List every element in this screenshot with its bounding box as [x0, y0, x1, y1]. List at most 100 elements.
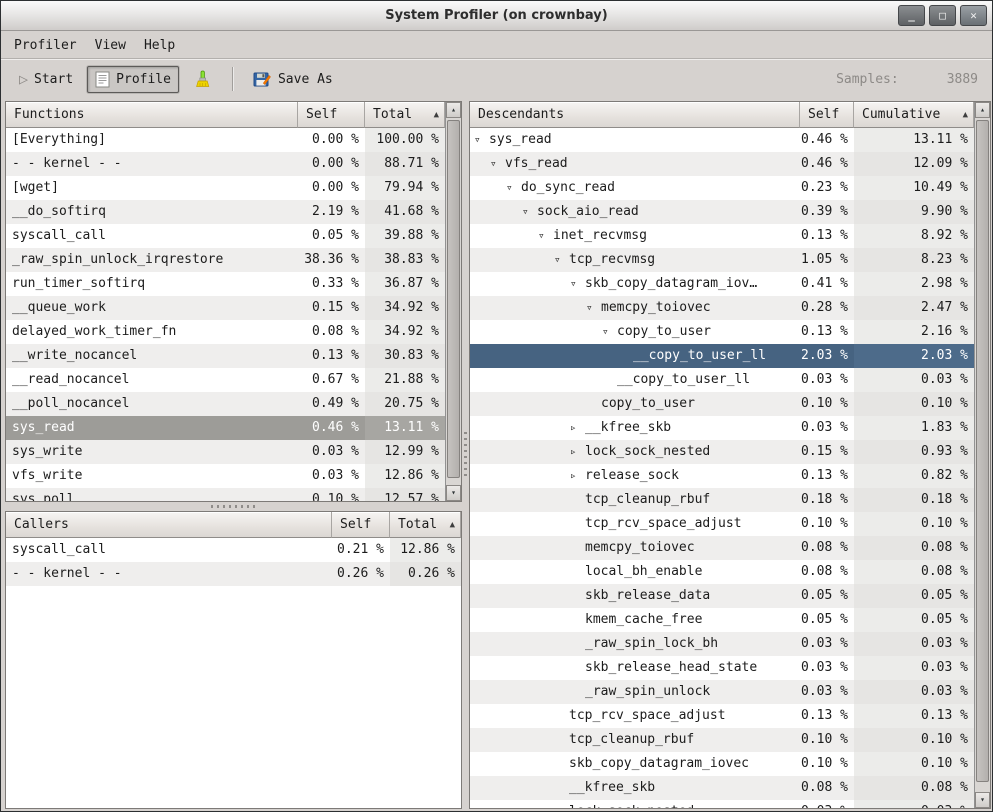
titlebar[interactable]: System Profiler (on crownbay) _ □ ✕	[1, 1, 992, 31]
table-row[interactable]: ▿sock_aio_read0.39 %9.90 %	[470, 200, 974, 224]
scroll-down-button[interactable]: ▾	[975, 792, 990, 808]
table-row[interactable]: __copy_to_user_ll2.03 %2.03 %	[470, 344, 974, 368]
functions-scrollbar[interactable]: ▴ ▾	[445, 102, 461, 501]
descendants-header-row: Descendants Self Cumulative▲	[470, 102, 974, 128]
table-row[interactable]: ▹release_sock0.13 %0.82 %	[470, 464, 974, 488]
table-row[interactable]: - - kernel - -0.00 %88.71 %	[6, 152, 445, 176]
vertical-splitter[interactable]	[462, 101, 469, 809]
table-row[interactable]: tcp_rcv_space_adjust0.13 %0.13 %	[470, 704, 974, 728]
self-column-header[interactable]: Self	[298, 102, 365, 128]
expander-expanded-icon[interactable]: ▿	[522, 200, 537, 224]
table-row[interactable]: local_bh_enable0.08 %0.08 %	[470, 560, 974, 584]
expander-expanded-icon[interactable]: ▿	[506, 176, 521, 200]
table-row[interactable]: kmem_cache_free0.05 %0.05 %	[470, 608, 974, 632]
play-icon: ▷	[19, 72, 28, 86]
functions-column-header[interactable]: Functions	[6, 102, 298, 128]
table-row[interactable]: skb_copy_datagram_iovec0.10 %0.10 %	[470, 752, 974, 776]
table-row[interactable]: lock_sock_nested0.03 %0.03 %	[470, 800, 974, 808]
table-row[interactable]: - - kernel - -0.26 %0.26 %	[6, 562, 461, 586]
self-column-header[interactable]: Self	[800, 102, 854, 128]
table-row[interactable]: delayed_work_timer_fn0.08 %34.92 %	[6, 320, 445, 344]
table-row[interactable]: ▹__kfree_skb0.03 %1.83 %	[470, 416, 974, 440]
self-value-cell: 0.13 %	[298, 344, 365, 368]
scroll-up-button[interactable]: ▴	[975, 102, 990, 118]
expander-collapsed-icon[interactable]: ▹	[570, 440, 585, 464]
self-value-cell: 38.36 %	[298, 248, 365, 272]
table-row[interactable]: sys_write0.03 %12.99 %	[6, 440, 445, 464]
scroll-down-button[interactable]: ▾	[446, 485, 461, 501]
cumulative-column-header[interactable]: Cumulative▲	[854, 102, 974, 128]
expander-expanded-icon[interactable]: ▿	[602, 320, 617, 344]
table-row[interactable]: ▿memcpy_toiovec0.28 %2.47 %	[470, 296, 974, 320]
table-row[interactable]: __write_nocancel0.13 %30.83 %	[6, 344, 445, 368]
scrollbar-thumb[interactable]	[447, 120, 460, 478]
expander-collapsed-icon[interactable]: ▹	[570, 464, 585, 488]
table-row[interactable]: _raw_spin_unlock_irqrestore38.36 %38.83 …	[6, 248, 445, 272]
function-name-cell: syscall_call	[6, 538, 332, 562]
expander-expanded-icon[interactable]: ▿	[570, 272, 585, 296]
function-name-cell: ▿inet_recvmsg	[470, 224, 800, 248]
table-row[interactable]: skb_release_head_state0.03 %0.03 %	[470, 656, 974, 680]
table-row[interactable]: ▿sys_read0.46 %13.11 %	[470, 128, 974, 152]
expander-expanded-icon[interactable]: ▿	[554, 248, 569, 272]
self-value-cell: 0.49 %	[298, 392, 365, 416]
table-row[interactable]: tcp_cleanup_rbuf0.18 %0.18 %	[470, 488, 974, 512]
descendants-pane: Descendants Self Cumulative▲ ▿sys_read0.…	[469, 101, 991, 809]
scrollbar-track[interactable]	[446, 118, 461, 485]
table-row[interactable]: memcpy_toiovec0.08 %0.08 %	[470, 536, 974, 560]
table-row[interactable]: tcp_cleanup_rbuf0.10 %0.10 %	[470, 728, 974, 752]
table-row[interactable]: ▿skb_copy_datagram_iov…0.41 %2.98 %	[470, 272, 974, 296]
table-row[interactable]: syscall_call0.21 %12.86 %	[6, 538, 461, 562]
horizontal-splitter[interactable]	[5, 502, 462, 511]
table-row[interactable]: ▿vfs_read0.46 %12.09 %	[470, 152, 974, 176]
menu-help[interactable]: Help	[135, 35, 184, 56]
table-row[interactable]: tcp_rcv_space_adjust0.10 %0.10 %	[470, 512, 974, 536]
menu-view[interactable]: View	[86, 35, 135, 56]
total-column-header[interactable]: Total▲	[365, 102, 445, 128]
table-row[interactable]: ▹lock_sock_nested0.15 %0.93 %	[470, 440, 974, 464]
function-name-cell: __copy_to_user_ll	[470, 368, 800, 392]
descendants-scrollbar[interactable]: ▴ ▾	[974, 102, 990, 808]
table-row[interactable]: vfs_write0.03 %12.86 %	[6, 464, 445, 488]
table-row[interactable]: ▿do_sync_read0.23 %10.49 %	[470, 176, 974, 200]
table-row[interactable]: [wget]0.00 %79.94 %	[6, 176, 445, 200]
expander-collapsed-icon[interactable]: ▹	[570, 416, 585, 440]
minimize-button[interactable]: _	[898, 5, 925, 26]
total-column-header[interactable]: Total▲	[390, 512, 461, 538]
table-row[interactable]: __copy_to_user_ll0.03 %0.03 %	[470, 368, 974, 392]
table-row[interactable]: __poll_nocancel0.49 %20.75 %	[6, 392, 445, 416]
scroll-up-button[interactable]: ▴	[446, 102, 461, 118]
menu-profiler[interactable]: Profiler	[5, 35, 86, 56]
expander-expanded-icon[interactable]: ▿	[538, 224, 553, 248]
close-button[interactable]: ✕	[960, 5, 987, 26]
expander-expanded-icon[interactable]: ▿	[474, 128, 489, 152]
table-row[interactable]: __do_softirq2.19 %41.68 %	[6, 200, 445, 224]
table-row[interactable]: _raw_spin_lock_bh0.03 %0.03 %	[470, 632, 974, 656]
table-row[interactable]: __read_nocancel0.67 %21.88 %	[6, 368, 445, 392]
table-row[interactable]: syscall_call0.05 %39.88 %	[6, 224, 445, 248]
table-row[interactable]: ▿inet_recvmsg0.13 %8.92 %	[470, 224, 974, 248]
save-as-button[interactable]: Save As	[245, 65, 341, 94]
table-row[interactable]: __kfree_skb0.08 %0.08 %	[470, 776, 974, 800]
scrollbar-thumb[interactable]	[976, 120, 989, 782]
table-row[interactable]: [Everything]0.00 %100.00 %	[6, 128, 445, 152]
table-row[interactable]: ▿copy_to_user0.13 %2.16 %	[470, 320, 974, 344]
expander-expanded-icon[interactable]: ▿	[586, 296, 601, 320]
table-row[interactable]: __queue_work0.15 %34.92 %	[6, 296, 445, 320]
scrollbar-track[interactable]	[975, 118, 990, 792]
descendants-column-header[interactable]: Descendants	[470, 102, 800, 128]
profile-toggle-button[interactable]: Profile	[87, 66, 179, 93]
callers-column-header[interactable]: Callers	[6, 512, 332, 538]
table-row[interactable]: skb_release_data0.05 %0.05 %	[470, 584, 974, 608]
start-button[interactable]: ▷ Start	[11, 67, 81, 92]
table-row[interactable]: copy_to_user0.10 %0.10 %	[470, 392, 974, 416]
expander-expanded-icon[interactable]: ▿	[490, 152, 505, 176]
self-column-header[interactable]: Self	[332, 512, 390, 538]
reset-brush-button[interactable]	[185, 65, 220, 94]
table-row[interactable]: ▿tcp_recvmsg1.05 %8.23 %	[470, 248, 974, 272]
table-row[interactable]: sys_poll0.10 %12.57 %	[6, 488, 445, 501]
table-row[interactable]: _raw_spin_unlock0.03 %0.03 %	[470, 680, 974, 704]
table-row[interactable]: sys_read0.46 %13.11 %	[6, 416, 445, 440]
table-row[interactable]: run_timer_softirq0.33 %36.87 %	[6, 272, 445, 296]
maximize-button[interactable]: □	[929, 5, 956, 26]
